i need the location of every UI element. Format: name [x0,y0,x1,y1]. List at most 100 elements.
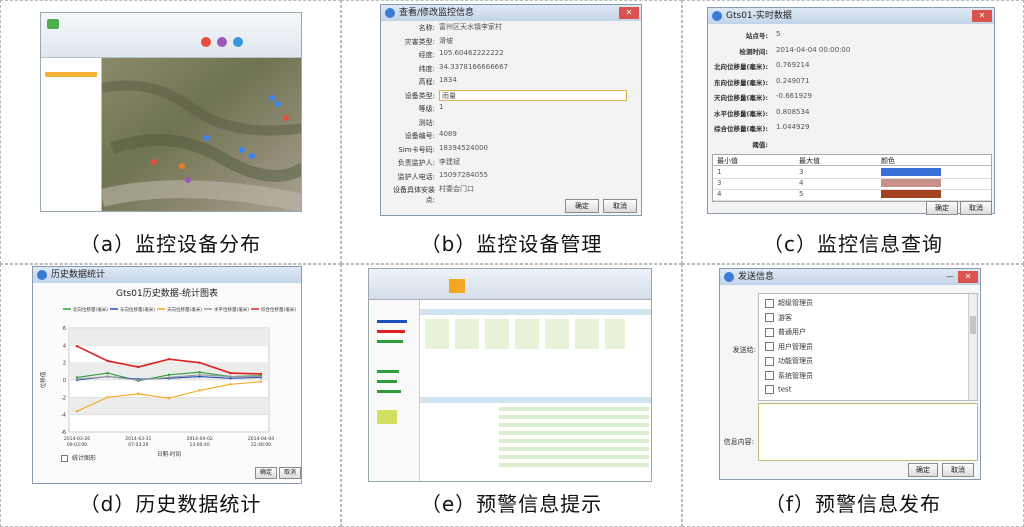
dialog-title: Gts01-实时数据 [726,11,792,21]
dialog-titlebar: 查看/修改监控信息 ✕ [381,5,641,21]
close-icon[interactable]: ✕ [958,271,978,283]
minimize-icon[interactable]: — [944,271,956,283]
toolbar-icon[interactable] [217,37,227,47]
close-icon[interactable]: ✕ [619,7,639,19]
field-value: 2014-04-04 00:00:00 [776,45,851,54]
field-value[interactable]: 105.60462222222 [439,49,504,57]
device-marker [204,135,210,141]
warning-grid-bottom [499,407,649,467]
recipient-label: 普通用户 [778,328,806,336]
field-value[interactable]: 1 [439,103,443,111]
field-value[interactable]: 村委会门口 [439,184,474,194]
recipient-checkbox[interactable]: 超级管理员 [765,298,813,308]
checkbox-icon[interactable] [765,298,774,308]
color-swatch[interactable] [881,190,941,198]
recipient-checkbox[interactable]: 系统管理员 [765,371,813,381]
checkbox-icon[interactable] [765,371,774,380]
field-value[interactable]: 富州区天水镇李家村 [439,22,502,32]
y-tick-label: -6 [61,430,66,436]
data-point [106,359,109,363]
cell-min: 1 [717,168,722,176]
tree-panel[interactable] [369,300,420,481]
cancel-button[interactable]: 取消 [942,463,974,477]
toolbar-icon[interactable] [233,37,243,47]
y-tick-label: -4 [61,413,66,419]
layer-tree[interactable] [41,58,102,211]
y-tick-label: 0 [63,378,66,384]
satellite-map[interactable] [102,58,302,212]
recipient-list[interactable]: 超级管理员游客普通用户用户管理员功能管理员系统管理员 test [758,293,978,401]
app-icon [385,8,395,18]
recipient-checkbox[interactable]: test [765,385,791,394]
color-swatch[interactable] [881,168,941,176]
toolbar-icon[interactable] [201,37,211,47]
checkbox-icon[interactable] [765,327,774,337]
field-value[interactable]: 滑坡 [439,36,453,46]
field-value[interactable]: 34.3378166666667 [439,63,508,71]
recipient-checkbox[interactable]: 功能管理员 [765,356,813,366]
recipient-checkbox[interactable]: 普通用户 [765,327,806,337]
checkbox-icon[interactable] [765,356,774,366]
legend-label: 水平位移量(毫米) [214,306,249,313]
data-point [167,358,171,361]
data-point [259,372,263,376]
cell-max: 5 [799,190,804,198]
legend-label: 北向位移量(毫米) [73,306,108,313]
legend-label: 东向位移量(毫米) [120,306,155,313]
checkbox-icon[interactable] [765,385,774,394]
dialog-titlebar: 发送信息 — ✕ [720,269,980,285]
threshold-table: 最小值 最大值 颜色 1 3 3 4 4 5 [712,154,992,202]
recipient-checkbox[interactable]: 用户管理员 [765,342,813,352]
ok-button[interactable]: 确定 [565,199,599,213]
field-label: 天向位移量(毫米): [713,94,768,102]
field-value[interactable]: 李建斌 [439,157,460,167]
recipient-checkbox[interactable]: 游客 [765,313,792,323]
ok-button[interactable]: 确定 [908,463,938,477]
field-value[interactable]: 4089 [439,130,457,138]
ok-button[interactable]: 确定 [926,201,958,215]
device-marker [239,147,245,153]
toolbar-icon[interactable] [449,279,465,293]
caption-d: （d）历史数据统计 [79,492,262,516]
scrollbar[interactable] [968,294,977,400]
data-point [198,389,201,392]
ok-button[interactable]: 确定 [255,467,277,479]
device-marker [249,153,255,159]
cancel-button[interactable]: 取消 [960,201,992,215]
grid-band [69,397,269,415]
cell-min: 3 [717,179,722,187]
checkbox-icon[interactable] [765,342,774,351]
close-icon[interactable]: ✕ [972,10,992,22]
send-message-dialog: 发送信息 — ✕ 发送给: 超级管理员 游客 普通用户 用户管理员 功能管理员 系统管理员… [719,268,981,480]
window-titlebar: 历史数据统计 [33,267,301,283]
data-point [137,378,140,382]
checkbox-icon[interactable] [765,313,774,322]
y-tick-label: 6 [63,326,66,332]
data-point [137,365,140,369]
field-label: 站点号: [745,32,768,40]
cancel-button[interactable]: 取消 [603,199,637,213]
data-point [75,377,79,381]
grid-header-strip [420,397,651,403]
cancel-button[interactable]: 取消 [279,467,301,479]
toolbar-icon[interactable] [47,19,59,29]
tree-selected-item[interactable] [45,72,97,77]
y-tick-label: 2 [63,361,66,367]
recipient-label: 超级管理员 [778,299,813,307]
table-row[interactable]: 45 [713,189,991,201]
y-tick-label: 4 [63,343,66,349]
field-value[interactable]: 15097284055 [439,171,488,179]
color-swatch[interactable] [881,179,941,187]
data-point [167,397,171,400]
data-point [167,373,171,376]
field-value[interactable]: 雨量 [439,89,627,101]
field-label: 高程: [418,78,435,86]
message-content-input[interactable] [758,403,978,461]
field-value[interactable]: 1834 [439,76,457,84]
grid-band [69,328,269,346]
statistics-checkbox[interactable]: 统计图形 [61,453,96,462]
device-marker [185,177,191,183]
field-label: 纬度: [418,64,435,73]
x-tick-label: 2014-03-26 09:03:00 [64,436,90,448]
field-value[interactable]: 18394524000 [439,144,488,152]
